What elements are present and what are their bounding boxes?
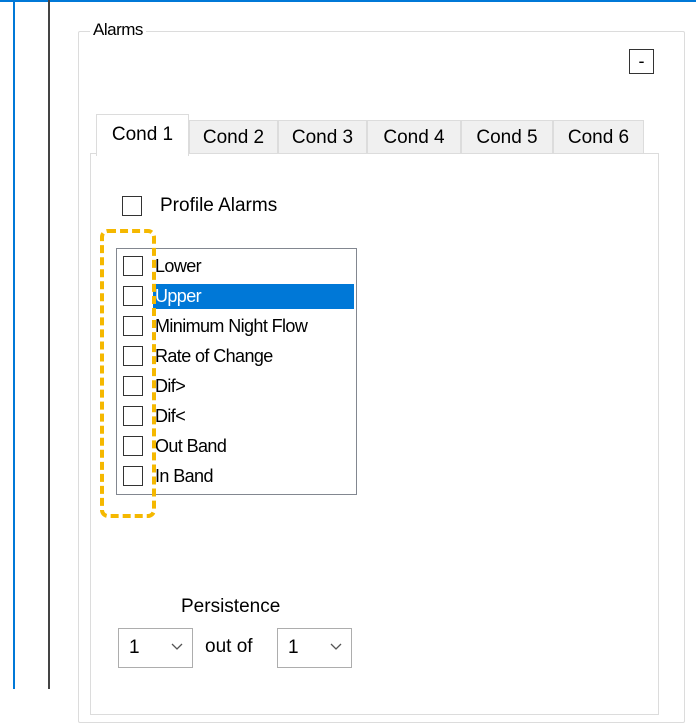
minimum-night-flow-checkbox[interactable] bbox=[123, 316, 143, 336]
list-item-minimum-night-flow[interactable]: Minimum Night Flow bbox=[117, 311, 356, 341]
list-item-dif-less[interactable]: Dif< bbox=[117, 401, 356, 431]
tab-cond-2[interactable]: Cond 2 bbox=[189, 120, 278, 153]
tab-cond-6[interactable]: Cond 6 bbox=[553, 120, 644, 153]
chevron-down-icon bbox=[330, 643, 342, 650]
persistence-total-value: 1 bbox=[288, 637, 299, 658]
collapse-button[interactable]: - bbox=[629, 49, 654, 74]
panel-divider bbox=[48, 0, 50, 689]
persistence-count-value: 1 bbox=[129, 637, 140, 658]
list-item-lower[interactable]: Lower bbox=[117, 251, 356, 281]
list-item-label: Lower bbox=[155, 256, 202, 276]
window-left-border bbox=[13, 0, 15, 689]
tab-cond-3[interactable]: Cond 3 bbox=[278, 120, 367, 153]
list-item-label: Rate of Change bbox=[155, 346, 273, 366]
alarm-checklist[interactable]: Lower Upper Minimum Night Flow Rate of C… bbox=[116, 248, 357, 495]
alarms-group-title: Alarms bbox=[90, 20, 146, 40]
out-band-checkbox[interactable] bbox=[123, 436, 143, 456]
lower-checkbox[interactable] bbox=[123, 256, 143, 276]
list-item-upper[interactable]: Upper bbox=[117, 281, 356, 311]
tab-cond-5[interactable]: Cond 5 bbox=[461, 120, 553, 153]
tab-cond-4[interactable]: Cond 4 bbox=[367, 120, 461, 153]
dif-greater-checkbox[interactable] bbox=[123, 376, 143, 396]
list-item-label: Dif< bbox=[155, 406, 186, 426]
window-top-border bbox=[0, 0, 696, 2]
list-item-label: Minimum Night Flow bbox=[155, 316, 308, 336]
profile-alarms-checkbox[interactable] bbox=[122, 196, 142, 216]
rate-of-change-checkbox[interactable] bbox=[123, 346, 143, 366]
profile-alarms-label: Profile Alarms bbox=[160, 195, 278, 216]
list-item-dif-greater[interactable]: Dif> bbox=[117, 371, 356, 401]
list-item-rate-of-change[interactable]: Rate of Change bbox=[117, 341, 356, 371]
list-item-out-band[interactable]: Out Band bbox=[117, 431, 356, 461]
list-item-label: Dif> bbox=[155, 376, 186, 396]
list-item-in-band[interactable]: In Band bbox=[117, 461, 356, 491]
tab-cond-1[interactable]: Cond 1 bbox=[96, 114, 189, 156]
list-item-label: In Band bbox=[155, 466, 213, 486]
chevron-down-icon bbox=[171, 643, 183, 650]
list-item-label: Upper bbox=[153, 284, 354, 309]
persistence-total-select[interactable]: 1 bbox=[277, 628, 352, 668]
persistence-count-select[interactable]: 1 bbox=[118, 628, 193, 668]
upper-checkbox[interactable] bbox=[123, 286, 143, 306]
persistence-label: Persistence bbox=[181, 596, 281, 617]
list-item-label: Out Band bbox=[155, 436, 227, 456]
in-band-checkbox[interactable] bbox=[123, 466, 143, 486]
dif-less-checkbox[interactable] bbox=[123, 406, 143, 426]
out-of-label: out of bbox=[205, 636, 253, 657]
